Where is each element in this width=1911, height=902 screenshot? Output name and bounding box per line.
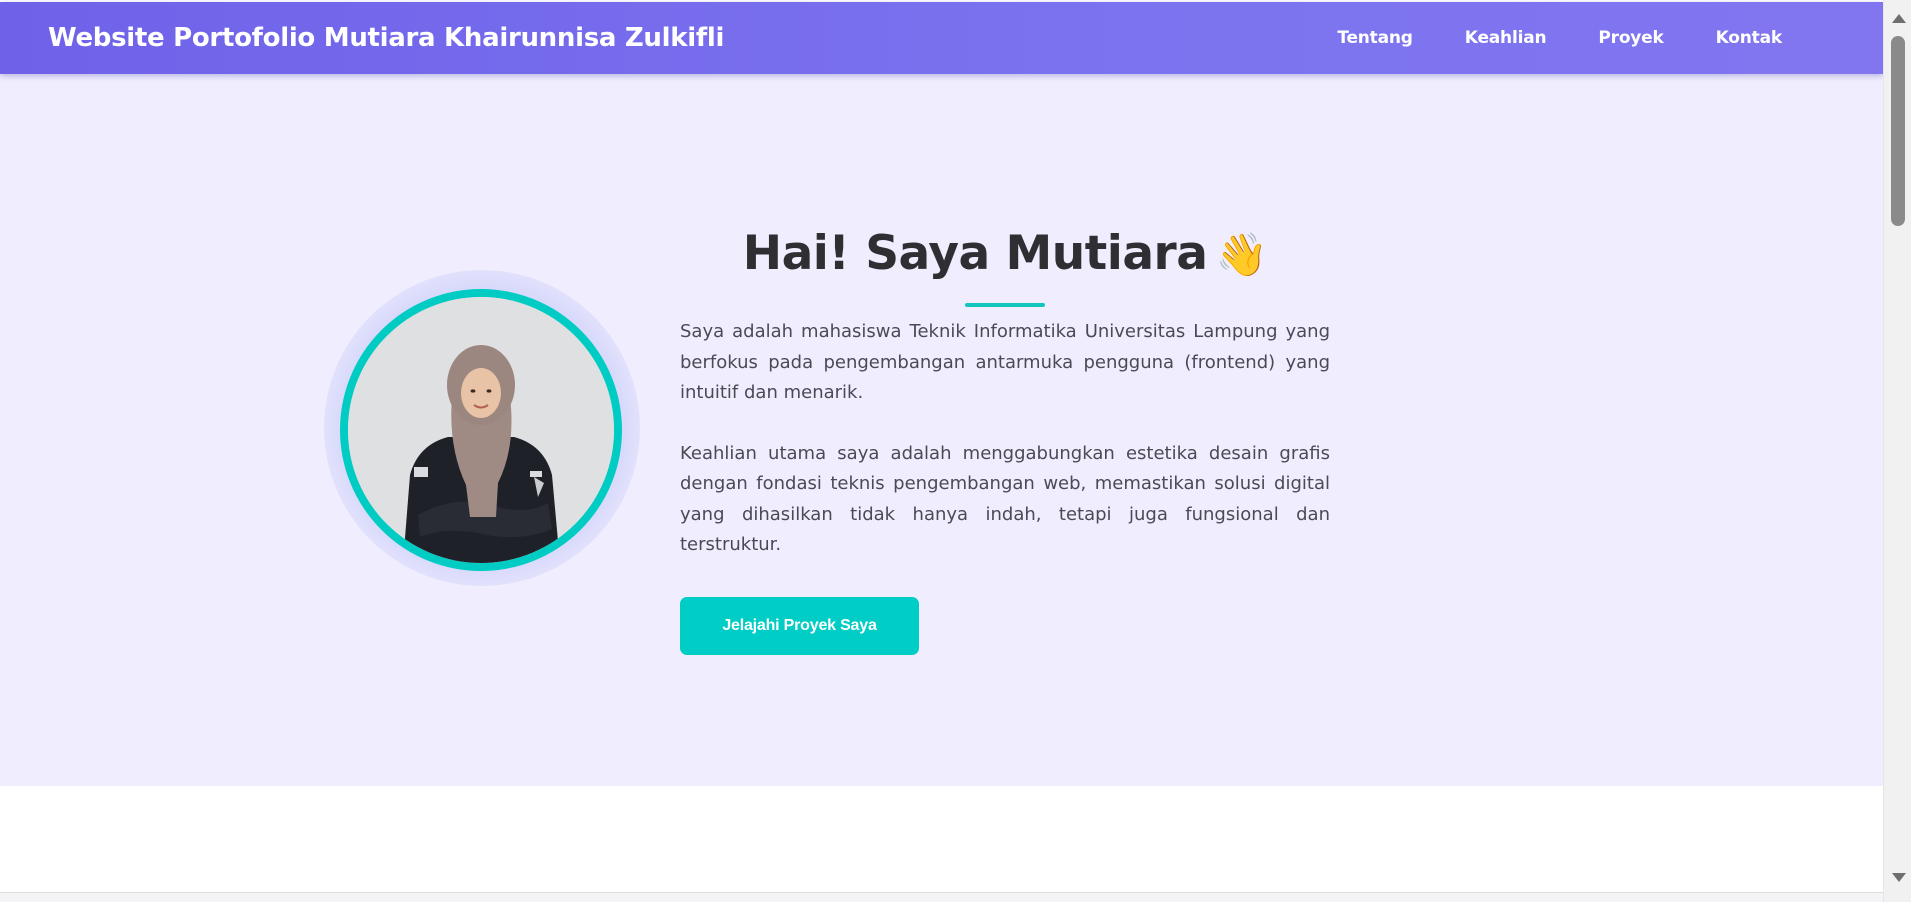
profile-avatar	[340, 289, 622, 571]
scrollbar-thumb[interactable]	[1891, 36, 1905, 226]
skills-paragraph: Keahlian utama saya adalah menggabungkan…	[680, 442, 1330, 556]
scroll-down-arrow-icon[interactable]	[1892, 873, 1906, 882]
window-bottom-edge	[0, 892, 1883, 902]
nav-link-keahlian[interactable]: Keahlian	[1439, 20, 1573, 56]
hero-title: Hai! Saya Mutiara 👋	[680, 226, 1330, 281]
nav-link-kontak[interactable]: Kontak	[1690, 20, 1808, 56]
title-underline	[965, 303, 1045, 307]
nav-link-proyek[interactable]: Proyek	[1572, 20, 1689, 56]
vertical-scrollbar[interactable]	[1883, 0, 1911, 902]
hero-title-text: Hai! Saya Mutiara	[742, 226, 1208, 281]
scroll-up-arrow-icon[interactable]	[1892, 14, 1906, 23]
site-brand-title[interactable]: Website Portofolio Mutiara Khairunnisa Z…	[48, 23, 724, 53]
waving-hand-icon: 👋	[1215, 230, 1268, 279]
profile-photo-illustration	[348, 297, 614, 563]
site-header: Website Portofolio Mutiara Khairunnisa Z…	[0, 2, 1883, 74]
browser-viewport: Website Portofolio Mutiara Khairunnisa Z…	[0, 0, 1883, 902]
nav-link-tentang[interactable]: Tentang	[1311, 20, 1438, 56]
main-nav: Tentang Keahlian Proyek Kontak	[1311, 20, 1808, 56]
explore-projects-button[interactable]: Jelajahi Proyek Saya	[680, 596, 919, 655]
intro-paragraph: Saya adalah mahasiswa Teknik Informatika…	[680, 321, 1330, 403]
hero-section: Hai! Saya Mutiara 👋 Saya adalah mahasiswa…	[0, 74, 1883, 786]
hero-content: Hai! Saya Mutiara 👋 Saya adalah mahasiswa…	[680, 224, 1330, 655]
